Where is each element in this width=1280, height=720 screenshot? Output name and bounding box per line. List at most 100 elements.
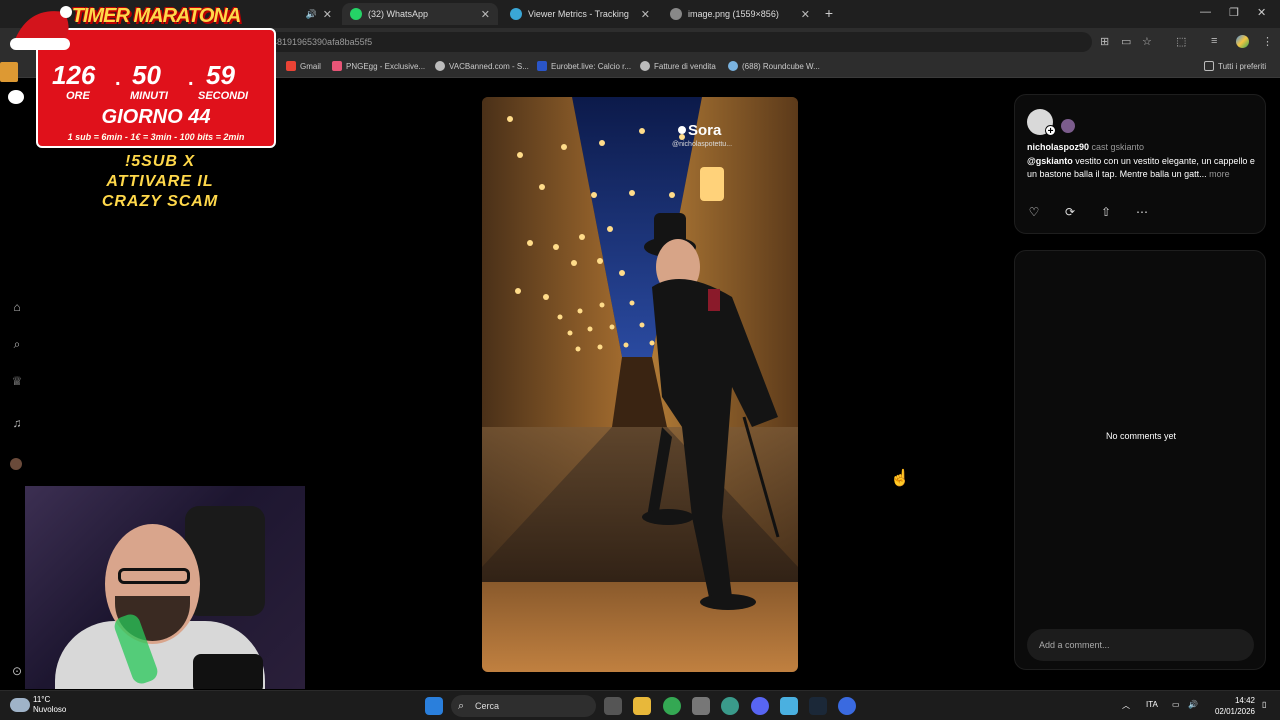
- post-description: @gskianto vestito con un vestito elegant…: [1027, 155, 1259, 181]
- weather-condition: Nuvoloso: [33, 705, 67, 714]
- mention-link[interactable]: @gskianto: [1027, 156, 1073, 166]
- app-icon[interactable]: [838, 697, 856, 715]
- tab-stream[interactable]: 🔊 ✕: [280, 3, 340, 25]
- trophy-icon[interactable]: ♕: [10, 374, 24, 388]
- clock-time: 14:42: [1234, 696, 1255, 705]
- translate-icon[interactable]: ⊞: [1100, 35, 1109, 48]
- bookmark-roundcube[interactable]: (688) Roundcube W...: [728, 61, 820, 71]
- cast-label[interactable]: cast gskianto: [1092, 142, 1145, 152]
- roundcube-icon: [728, 61, 738, 71]
- settings-icon[interactable]: ⊙: [10, 664, 24, 678]
- timer-seconds: 59: [206, 60, 235, 90]
- network-icon[interactable]: ▭: [1172, 700, 1180, 709]
- bell-icon[interactable]: ♫: [10, 416, 24, 430]
- follow-plus-icon[interactable]: +: [1045, 125, 1056, 137]
- tab-label: (32) WhatsApp: [368, 9, 429, 19]
- url-field[interactable]: 48191965390afa8ba55f5: [262, 32, 1092, 52]
- pngegg-icon: [332, 61, 342, 71]
- like-heart-icon[interactable]: ♡: [1027, 205, 1041, 219]
- bookmark-label: Tutti i preferiti: [1218, 61, 1267, 71]
- sora-logo-icon: [678, 126, 686, 134]
- video-player[interactable]: Sora @nicholaspotettu...: [482, 97, 798, 672]
- comments-panel: No comments yet Add a comment...: [1014, 250, 1266, 670]
- windows-start-icon[interactable]: [425, 697, 443, 715]
- app-icon[interactable]: [692, 697, 710, 715]
- ghost-icon: [8, 90, 24, 104]
- share-icon[interactable]: ⇧: [1099, 205, 1113, 219]
- chrome-icon[interactable]: [663, 697, 681, 715]
- tab-whatsapp[interactable]: (32) WhatsApp ✕: [342, 3, 498, 25]
- close-tab-icon[interactable]: ✕: [641, 8, 650, 21]
- cloud-icon[interactable]: [10, 698, 30, 712]
- profile-avatar[interactable]: [10, 458, 22, 470]
- username-link[interactable]: nicholaspoz90: [1027, 142, 1089, 152]
- profile-icon[interactable]: [1236, 35, 1249, 48]
- bookmark-vacbanned[interactable]: VACBanned.com - S...: [435, 61, 529, 71]
- minimize-icon[interactable]: —: [1200, 6, 1211, 18]
- close-window-icon[interactable]: ✕: [1257, 6, 1266, 19]
- new-tab-button[interactable]: +: [822, 6, 836, 20]
- task-view-icon[interactable]: [604, 697, 622, 715]
- steam-icon[interactable]: [809, 697, 827, 715]
- all-bookmarks[interactable]: Tutti i preferiti: [1204, 61, 1266, 71]
- language-indicator[interactable]: ITA: [1146, 700, 1158, 709]
- metrics-icon: [510, 8, 522, 20]
- timer-rates: 1 sub = 6min - 1€ = 3min - 100 bits = 2m…: [67, 132, 245, 142]
- volume-icon[interactable]: 🔊: [1188, 700, 1198, 709]
- bookmark-label: (688) Roundcube W...: [742, 61, 820, 71]
- tab-image[interactable]: image.png (1559×856) ✕: [662, 3, 818, 25]
- cast-icon[interactable]: ▭: [1121, 35, 1131, 48]
- system-clock[interactable]: 14:42 02/01/2026: [1205, 695, 1255, 717]
- bookmark-pngegg[interactable]: PNGEgg - Exclusive...: [332, 61, 425, 71]
- file-explorer-icon[interactable]: [633, 697, 651, 715]
- close-tab-icon[interactable]: ✕: [801, 8, 810, 21]
- extensions-icon[interactable]: ⬚: [1176, 35, 1186, 48]
- bookmark-label: VACBanned.com - S...: [449, 61, 529, 71]
- video-watermark-handle: @nicholaspotettu...: [672, 141, 733, 148]
- discord-icon[interactable]: [751, 697, 769, 715]
- bookmark-label: Fatture di vendita: [654, 61, 716, 71]
- bookmark-label: Gmail: [300, 61, 321, 71]
- santa-hat-icon: [10, 6, 72, 50]
- timer-minutes: 50: [132, 60, 161, 90]
- tab-label: image.png (1559×856): [688, 9, 779, 19]
- tray-chevron-icon[interactable]: ︿: [1122, 700, 1130, 711]
- bookmark-label: PNGEgg - Exclusive...: [346, 61, 426, 71]
- notification-icon[interactable]: ▯: [1262, 700, 1266, 709]
- edge-icon[interactable]: [721, 697, 739, 715]
- app-icon[interactable]: [780, 697, 798, 715]
- no-comments-text: No comments yet: [1105, 431, 1177, 441]
- tab-viewer-metrics[interactable]: Viewer Metrics - Tracking ✕: [502, 3, 658, 25]
- close-tab-icon[interactable]: ✕: [323, 8, 332, 21]
- timer-minutes-label: MINUTI: [130, 90, 168, 102]
- menu-icon[interactable]: ⋮: [1262, 35, 1273, 48]
- comment-input[interactable]: Add a comment...: [1027, 629, 1254, 661]
- weather-widget[interactable]: 11°C Nuvoloso: [33, 695, 66, 715]
- home-icon[interactable]: ⌂: [10, 300, 24, 314]
- tab-label: Viewer Metrics - Tracking: [528, 9, 629, 19]
- globe-icon: [435, 61, 445, 71]
- search-icon: ⌕: [458, 700, 465, 712]
- cast-avatar[interactable]: [1061, 119, 1075, 133]
- speaker-icon[interactable]: 🔊: [288, 9, 317, 20]
- promo-line: ATTIVARE IL: [106, 173, 214, 190]
- more-link[interactable]: more: [1209, 169, 1230, 179]
- taskbar-search[interactable]: ⌕ Cerca: [451, 695, 596, 717]
- screen: 🔊 ✕ (32) WhatsApp ✕ Viewer Metrics - Tra…: [0, 0, 1280, 720]
- sub-promo: !5SUB X ATTIVARE IL CRAZY SCAM: [60, 152, 260, 212]
- search-icon[interactable]: ⌕: [10, 337, 24, 351]
- bookmark-eurobet[interactable]: Eurobet.live: Calcio r...: [537, 61, 631, 71]
- post-info-card: + nicholaspoz90 cast gskianto @gskianto …: [1014, 94, 1266, 234]
- maximize-icon[interactable]: ❐: [1229, 6, 1239, 19]
- gmail-icon: [286, 61, 296, 71]
- timer-separator: .: [115, 68, 121, 90]
- remix-icon[interactable]: ⟳: [1063, 205, 1077, 219]
- promo-line: CRAZY SCAM: [101, 193, 219, 210]
- star-icon[interactable]: ☆: [1142, 35, 1152, 48]
- media-icon[interactable]: ≡: [1211, 35, 1217, 47]
- bookmark-fatture[interactable]: Fatture di vendita: [640, 61, 716, 71]
- timer-day: GIORNO 44: [101, 106, 211, 128]
- close-tab-icon[interactable]: ✕: [481, 8, 490, 21]
- bookmark-gmail[interactable]: Gmail: [286, 61, 321, 71]
- more-options-icon[interactable]: ⋯: [1135, 205, 1149, 219]
